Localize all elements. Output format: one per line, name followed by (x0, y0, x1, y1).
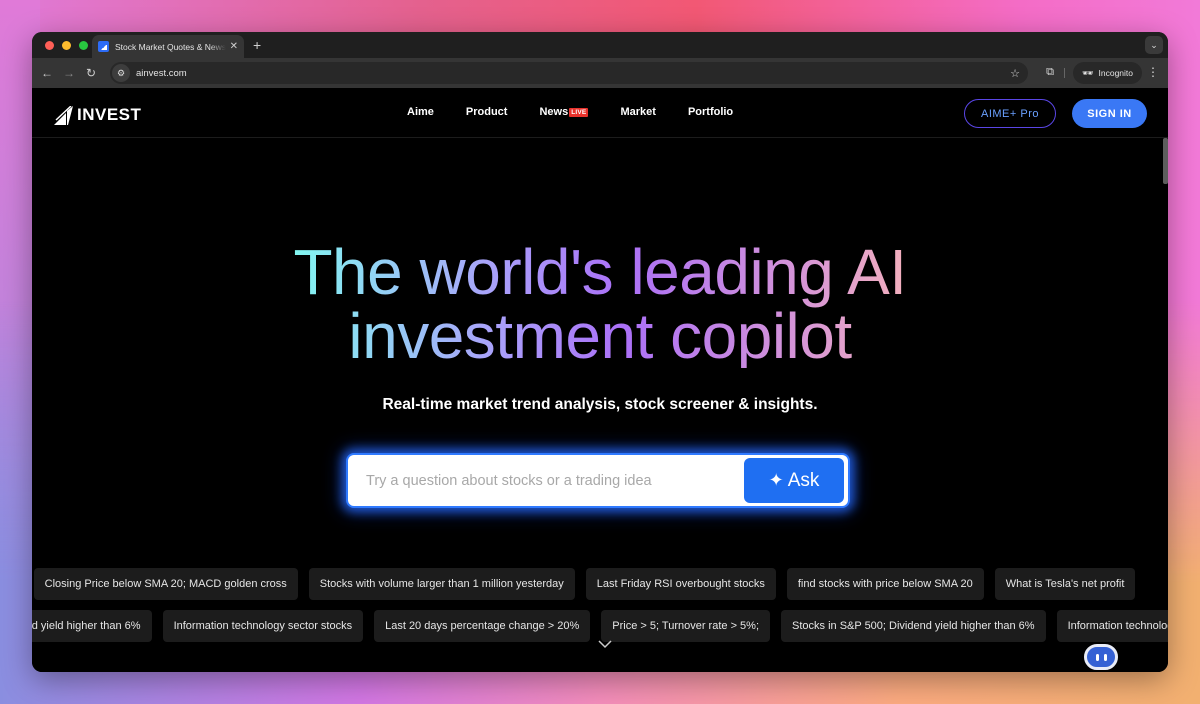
close-tab-icon[interactable]: ✕ (230, 41, 238, 52)
forward-arrow-icon[interactable]: → (58, 66, 80, 80)
suggestion-chip[interactable]: Stocks in S&P 500; Dividend yield higher… (32, 610, 152, 642)
ask-button[interactable]: ✦ Ask (744, 458, 844, 503)
ask-input[interactable] (348, 472, 744, 489)
extensions-puzzle-icon[interactable]: ⧉ (1046, 66, 1054, 79)
suggestion-chip[interactable]: Information technology sector stocks (1056, 610, 1168, 642)
maximize-window-button[interactable] (79, 41, 88, 50)
suggestion-row-1: What is Tesla's net profit Closing Price… (32, 568, 1168, 600)
sign-in-button[interactable]: SIGN IN (1072, 99, 1147, 128)
suggestion-chip[interactable]: Last 20 days percentage change > 20% (374, 610, 591, 642)
suggestion-chip[interactable]: Information technology sector stocks (162, 610, 364, 642)
suggestion-row-2: Stocks in S&P 500; Dividend yield higher… (32, 610, 1168, 642)
window-controls (45, 41, 88, 50)
ai-assistant-bot-icon[interactable] (1084, 644, 1118, 670)
hero-title: The world's leading AI investment copilo… (32, 240, 1168, 368)
aime-pro-button[interactable]: AIME+ Pro (964, 99, 1056, 128)
nav-aime[interactable]: Aime (407, 106, 434, 118)
browser-tab[interactable]: Stock Market Quotes & News ✕ (92, 35, 244, 58)
suggestion-chip[interactable]: Stocks in S&P 500; Dividend yield higher… (781, 610, 1046, 642)
toolbar-divider (1064, 68, 1065, 78)
suggestion-chip[interactable]: Closing Price below SMA 20; MACD golden … (33, 568, 298, 600)
suggestion-chip[interactable]: Last Friday RSI overbought stocks (585, 568, 776, 600)
logo-text: INVEST (77, 105, 142, 124)
reload-icon[interactable]: ↻ (80, 66, 102, 80)
sparkle-icon: ✦ (768, 470, 784, 490)
nav-news[interactable]: News LIVE (539, 106, 589, 118)
hero-title-line2: investment copilot (348, 300, 852, 372)
site-settings-icon[interactable]: ⚙ (112, 64, 130, 82)
browser-window: Stock Market Quotes & News ✕ + ⌄ ← → ↻ ⚙… (32, 32, 1168, 672)
scroll-down-chevron-icon[interactable] (598, 640, 612, 649)
suggestion-chip[interactable]: find stocks with price below SMA 20 (786, 568, 984, 600)
ainvest-favicon-icon (98, 41, 109, 52)
nav-product[interactable]: Product (466, 106, 508, 118)
tab-title: Stock Market Quotes & News (115, 41, 226, 52)
minimize-window-button[interactable] (62, 41, 71, 50)
incognito-label: Incognito (1098, 68, 1134, 78)
main-nav: Aime Product News LIVE Market Portfolio (407, 106, 733, 118)
bot-eye-left (1095, 653, 1099, 661)
nav-news-label: News (539, 106, 569, 118)
suggestion-chip[interactable]: Price > 5; Turnover rate > 5%; (601, 610, 771, 642)
ask-button-label: Ask (787, 469, 820, 491)
site-header: INVEST Aime Product News LIVE Market Por… (32, 88, 1168, 138)
live-badge: LIVE (569, 107, 589, 117)
url-text[interactable]: ainvest.com (136, 68, 187, 79)
browser-menu-icon[interactable]: ⋮ (1147, 65, 1159, 79)
nav-portfolio[interactable]: Portfolio (688, 106, 733, 118)
bot-eye-right (1103, 653, 1107, 661)
hero-subtitle: Real-time market trend analysis, stock s… (382, 396, 818, 413)
hero-title-line1: The world's leading AI (293, 236, 907, 308)
incognito-indicator[interactable]: 🕶 Incognito (1073, 62, 1142, 84)
page-scrollbar[interactable] (1163, 138, 1168, 184)
ainvest-logo[interactable]: INVEST (54, 105, 141, 125)
suggestion-chip[interactable]: Stocks with volume larger than 1 million… (308, 568, 575, 600)
address-bar[interactable]: ⚙ ainvest.com ☆ (110, 62, 1028, 84)
back-arrow-icon[interactable]: ← (36, 66, 58, 80)
ask-search-box: ✦ Ask (346, 453, 850, 508)
suggestion-chip[interactable]: What is Tesla's net profit (994, 568, 1136, 600)
incognito-icon: 🕶 (1082, 67, 1094, 78)
page-content: INVEST Aime Product News LIVE Market Por… (32, 88, 1168, 672)
nav-market[interactable]: Market (620, 106, 655, 118)
browser-toolbar: ← → ↻ ⚙ ainvest.com ☆ ⧉ 🕶 Incognito ⋮ (32, 58, 1168, 88)
tab-strip: Stock Market Quotes & News ✕ + ⌄ (32, 32, 1168, 58)
bookmark-star-icon[interactable]: ☆ (1010, 67, 1020, 80)
tab-search-chevron-icon[interactable]: ⌄ (1145, 36, 1163, 54)
close-window-button[interactable] (45, 41, 54, 50)
new-tab-plus-icon[interactable]: + (253, 37, 261, 53)
